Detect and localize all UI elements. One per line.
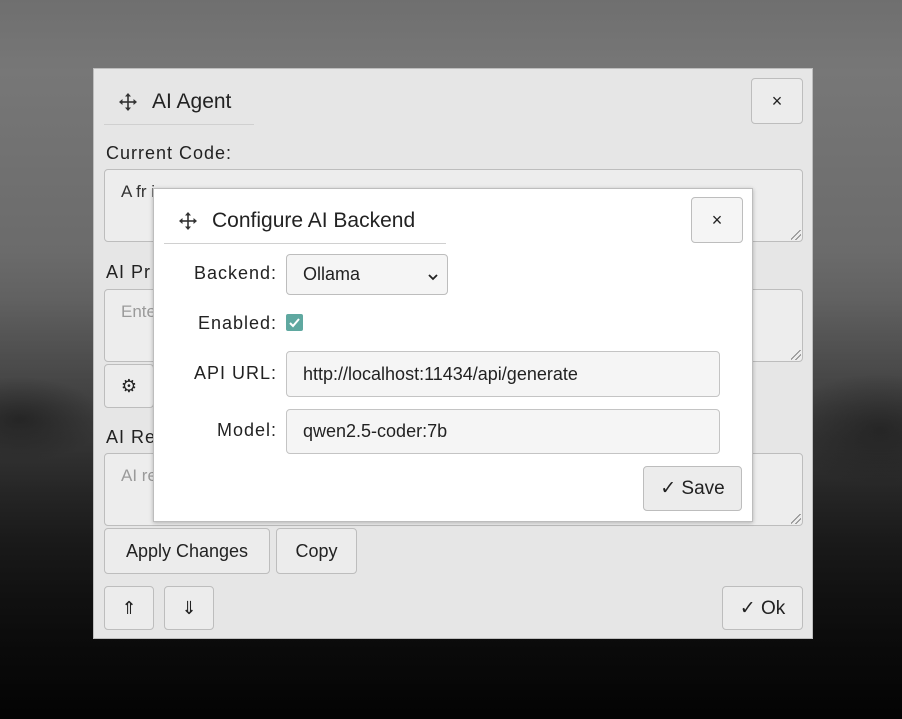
- current-code-label: Current Code:: [106, 143, 233, 163]
- apply-changes-button[interactable]: Apply Changes: [104, 528, 270, 574]
- model-value: qwen2.5-coder:7b: [303, 421, 448, 441]
- ai-prompt-label: AI Pr: [106, 262, 152, 282]
- copy-button[interactable]: Copy: [276, 528, 357, 574]
- dialog-close-button[interactable]: ×: [691, 197, 743, 243]
- ai-response-label: AI Re: [106, 427, 157, 447]
- agent-close-button[interactable]: ×: [751, 78, 803, 124]
- dialog-titlebar[interactable]: Configure AI Backend: [164, 198, 446, 244]
- double-arrow-down-icon: ⇓: [181, 597, 197, 618]
- api-url-value: http://localhost:11434/api/generate: [303, 363, 578, 384]
- resize-handle[interactable]: [791, 350, 801, 360]
- resize-handle[interactable]: [791, 230, 801, 240]
- close-icon: ×: [711, 209, 723, 230]
- move-down-button[interactable]: ⇓: [164, 586, 214, 630]
- move-icon[interactable]: [178, 211, 198, 231]
- dialog-title: Configure AI Backend: [212, 208, 416, 232]
- chevron-down-icon: [427, 267, 439, 288]
- save-button[interactable]: ✓ Save: [643, 466, 742, 511]
- check-icon: [289, 318, 300, 328]
- gear-icon: ⚙: [120, 375, 138, 396]
- backend-select[interactable]: Ollama: [286, 254, 448, 295]
- ai-response-placeholder: AI re: [121, 466, 157, 485]
- api-url-label: API URL:: [193, 363, 277, 383]
- agent-title: AI Agent: [152, 89, 232, 113]
- enabled-label: Enabled:: [197, 313, 277, 333]
- enabled-checkbox[interactable]: [286, 314, 303, 331]
- double-arrow-up-icon: ⇑: [121, 597, 137, 618]
- move-icon[interactable]: [118, 92, 138, 112]
- model-label: Model:: [216, 420, 277, 440]
- backend-select-value: Ollama: [303, 264, 361, 284]
- api-url-input[interactable]: http://localhost:11434/api/generate: [286, 351, 720, 397]
- settings-button[interactable]: ⚙: [104, 364, 154, 408]
- ai-prompt-placeholder: Ente: [121, 302, 156, 321]
- resize-handle[interactable]: [791, 514, 801, 524]
- agent-titlebar[interactable]: AI Agent: [104, 79, 254, 125]
- model-input[interactable]: qwen2.5-coder:7b: [286, 409, 720, 454]
- ok-button[interactable]: ✓ Ok: [722, 586, 803, 630]
- backend-label: Backend:: [193, 263, 277, 283]
- configure-backend-dialog: Configure AI Backend × Backend: Ollama E…: [153, 188, 753, 522]
- move-up-button[interactable]: ⇑: [104, 586, 154, 630]
- close-icon: ×: [771, 90, 783, 111]
